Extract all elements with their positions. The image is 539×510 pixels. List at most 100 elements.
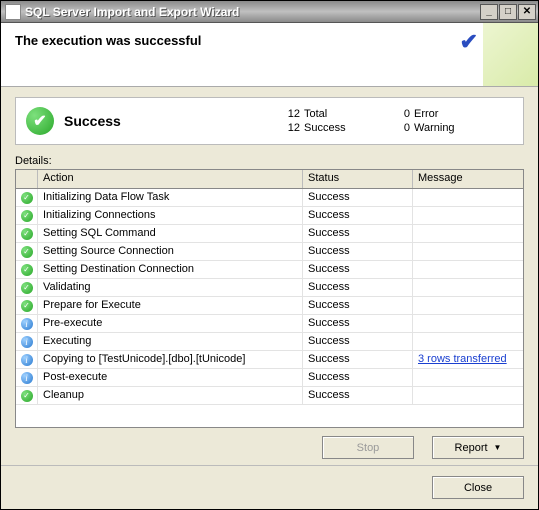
col-action[interactable]: Action [38,170,303,188]
window-title: SQL Server Import and Export Wizard [25,5,479,19]
content-area: ✔ Success 12 Total 0 Error 12 Success 0 … [1,87,538,465]
cell-status: Success [303,225,413,242]
header-graphic-icon [483,23,538,87]
message-link[interactable]: 3 rows transferred [418,353,507,365]
stop-button-label: Stop [357,442,380,454]
cell-message [413,243,523,260]
minimize-button[interactable]: _ [480,4,498,20]
table-row[interactable]: ✓CleanupSuccess [16,387,523,405]
summary-panel: ✔ Success 12 Total 0 Error 12 Success 0 … [15,97,524,145]
info-icon: i [16,369,38,386]
col-icon[interactable] [16,170,38,188]
table-row[interactable]: iPre-executeSuccess [16,315,523,333]
header-message: The execution was successful [1,23,538,58]
cell-action: Setting Source Connection [38,243,303,260]
app-icon [5,4,21,20]
cell-action: Validating [38,279,303,296]
success-icon: ✓ [16,387,38,404]
cell-status: Success [303,387,413,404]
cell-message [413,333,523,350]
grid-body: ✓Initializing Data Flow TaskSuccess✓Init… [16,189,523,405]
cell-action: Cleanup [38,387,303,404]
cell-status: Success [303,369,413,386]
total-count: 12 [274,108,304,120]
success-icon: ✓ [16,207,38,224]
cell-status: Success [303,297,413,314]
table-row[interactable]: iExecutingSuccess [16,333,523,351]
cell-action: Initializing Connections [38,207,303,224]
cell-status: Success [303,189,413,206]
error-count: 0 [384,108,414,120]
success-icon: ✓ [16,189,38,206]
grid-header: Action Status Message [16,170,523,189]
cell-action: Setting SQL Command [38,225,303,242]
close-button-label: Close [464,482,492,494]
close-window-button[interactable]: ✕ [518,4,536,20]
info-icon: i [16,351,38,368]
table-row[interactable]: ✓Initializing ConnectionsSuccess [16,207,523,225]
cell-message [413,207,523,224]
summary-stats: 12 Total 0 Error 12 Success 0 Warning [274,108,494,134]
success-icon: ✓ [16,225,38,242]
success-icon: ✓ [16,297,38,314]
wizard-window: SQL Server Import and Export Wizard _ □ … [0,0,539,510]
cell-status: Success [303,351,413,368]
error-label: Error [414,108,494,120]
cell-status: Success [303,261,413,278]
cell-message [413,279,523,296]
details-grid: Action Status Message ✓Initializing Data… [15,169,524,428]
cell-action: Post-execute [38,369,303,386]
success-icon: ✓ [16,243,38,260]
stop-button: Stop [322,436,414,459]
report-button[interactable]: Report ▼ [432,436,524,459]
cell-message [413,261,523,278]
warning-label: Warning [414,122,494,134]
cell-action: Setting Destination Connection [38,261,303,278]
close-button[interactable]: Close [432,476,524,499]
cell-message [413,369,523,386]
cell-action: Copying to [TestUnicode].[dbo].[tUnicode… [38,351,303,368]
action-button-row: Stop Report ▼ [15,436,524,459]
summary-success-icon: ✔ [26,107,54,135]
cell-action: Pre-execute [38,315,303,332]
titlebar: SQL Server Import and Export Wizard _ □ … [1,1,538,23]
cell-message [413,189,523,206]
cell-status: Success [303,243,413,260]
success-icon: ✓ [16,279,38,296]
info-icon: i [16,333,38,350]
info-icon: i [16,315,38,332]
table-row[interactable]: ✓Setting SQL CommandSuccess [16,225,523,243]
table-row[interactable]: ✓Initializing Data Flow TaskSuccess [16,189,523,207]
cell-action: Prepare for Execute [38,297,303,314]
table-row[interactable]: ✓ValidatingSuccess [16,279,523,297]
success-icon: ✓ [16,261,38,278]
cell-action: Executing [38,333,303,350]
table-row[interactable]: iCopying to [TestUnicode].[dbo].[tUnicod… [16,351,523,369]
success-count: 12 [274,122,304,134]
details-label: Details: [15,155,524,167]
table-row[interactable]: ✓Prepare for ExecuteSuccess [16,297,523,315]
header-panel: The execution was successful ✔ [1,23,538,87]
dropdown-arrow-icon: ▼ [494,443,502,452]
cell-status: Success [303,333,413,350]
cell-message [413,297,523,314]
cell-message [413,315,523,332]
summary-title: Success [64,113,274,129]
maximize-button[interactable]: □ [499,4,517,20]
table-row[interactable]: ✓Setting Destination ConnectionSuccess [16,261,523,279]
cell-status: Success [303,279,413,296]
table-row[interactable]: ✓Setting Source ConnectionSuccess [16,243,523,261]
window-controls: _ □ ✕ [479,4,536,20]
table-row[interactable]: iPost-executeSuccess [16,369,523,387]
col-status[interactable]: Status [303,170,413,188]
cell-status: Success [303,207,413,224]
success-checkmark-icon: ✔ [460,29,478,55]
footer: Close [1,465,538,509]
cell-message [413,387,523,404]
total-label: Total [304,108,384,120]
success-label: Success [304,122,384,134]
cell-status: Success [303,315,413,332]
cell-message: 3 rows transferred [413,351,523,368]
col-message[interactable]: Message [413,170,523,188]
cell-action: Initializing Data Flow Task [38,189,303,206]
